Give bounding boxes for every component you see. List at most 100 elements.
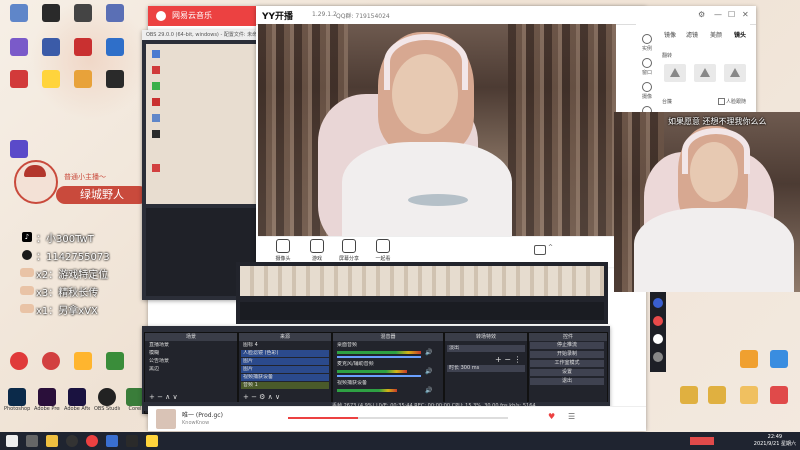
scene-item[interactable]: 直播场景 — [147, 342, 235, 349]
desktop-icon[interactable] — [70, 352, 96, 382]
studio-mode-button[interactable]: 工作室模式 — [530, 360, 604, 367]
desktop-icon[interactable] — [102, 38, 128, 68]
source-item[interactable]: 图片 — [241, 366, 329, 373]
desktop-icon[interactable] — [766, 350, 792, 380]
song-title[interactable]: 唯一 (Prod.gc) — [182, 410, 223, 419]
yy-taskbar-icon[interactable] — [146, 435, 158, 447]
transition-select[interactable]: 淡出 — [447, 345, 525, 352]
progress-track[interactable] — [288, 417, 508, 419]
tool-watch-together[interactable]: 一起看 — [368, 239, 398, 262]
source-item[interactable]: 图标 4 — [241, 342, 329, 349]
after-effects-icon[interactable]: Adobe After Effects — [64, 388, 90, 418]
desktop-icon[interactable] — [38, 70, 64, 100]
desktop-icon[interactable] — [736, 386, 762, 416]
settings-icon[interactable]: ⚙ — [698, 10, 705, 19]
webcam-overlay — [614, 112, 800, 292]
desktop-icon[interactable] — [102, 4, 128, 34]
song-artist[interactable]: KnowKnow — [182, 420, 209, 426]
obs-back-window[interactable]: OBS 29.0.0 (64-bit, windows) - 配置文件: 未命名 — [142, 30, 262, 300]
desktop-icon[interactable] — [102, 352, 128, 382]
input-method-icon[interactable] — [690, 437, 714, 445]
start-recording-button[interactable]: 开始录制 — [530, 351, 604, 358]
yy-camera-preview[interactable] — [258, 24, 616, 236]
taskbar: 22:49 2021/9/21 星期六 — [0, 432, 800, 450]
side-tab-instance[interactable]: 实例 — [640, 34, 654, 52]
like-heart-icon[interactable]: ♥ — [548, 412, 555, 421]
desktop-icon[interactable] — [766, 386, 792, 416]
playlist-icon[interactable]: ☰ — [568, 412, 575, 421]
obs-icon[interactable]: OBS Studio — [94, 388, 120, 418]
close-icon[interactable]: ✕ — [742, 10, 749, 19]
speaker-icon[interactable]: 🔊 — [425, 387, 432, 394]
panel-tab-mirror[interactable]: 镜像 — [664, 30, 676, 39]
desktop-icon[interactable] — [6, 38, 32, 68]
app-icon — [653, 352, 663, 362]
tool-game[interactable]: 游戏 — [302, 239, 332, 262]
volume-slider[interactable] — [337, 356, 421, 358]
file-explorer-icon[interactable] — [46, 435, 58, 447]
speaker-icon[interactable]: 🔊 — [425, 368, 432, 375]
start-icon[interactable] — [6, 435, 18, 447]
premiere-icon[interactable]: Adobe Premiere — [34, 388, 60, 418]
exit-button[interactable]: 退出 — [530, 378, 604, 385]
panel-tab-beauty[interactable]: 美颜 — [710, 30, 722, 39]
panel-tab-filter[interactable]: 滤镜 — [686, 30, 698, 39]
add-transition-button[interactable]: + − ⋮ — [495, 355, 522, 364]
obs-taskbar-icon[interactable] — [66, 435, 78, 447]
transition-duration[interactable]: 时长 300 ms — [447, 365, 525, 372]
desktop-icon[interactable] — [70, 70, 96, 100]
app-taskbar-icon[interactable] — [106, 435, 118, 447]
desktop-icon[interactable] — [6, 352, 32, 382]
face-follow-checkbox[interactable] — [718, 98, 725, 105]
scene-item[interactable]: 模糊 — [147, 350, 235, 357]
tool-camera[interactable]: 摄像头 — [268, 239, 298, 262]
desktop-icon[interactable] — [38, 352, 64, 382]
add-source-button[interactable]: + − ⚙ ∧ ∨ — [243, 393, 280, 401]
nickname-badge: 绿城野人 — [56, 186, 148, 204]
settings-button[interactable]: 设置 — [530, 369, 604, 376]
desktop-icon[interactable] — [70, 38, 96, 68]
floating-toolbar[interactable] — [650, 292, 666, 372]
flip-vertical-button[interactable] — [694, 64, 716, 82]
side-tab-camera[interactable]: 摄像 — [640, 82, 654, 100]
search-icon[interactable] — [26, 435, 38, 447]
shirt-print — [408, 194, 468, 206]
yy-qq-group: QQ群: 719154024 — [336, 13, 390, 20]
desktop-icon[interactable] — [38, 38, 64, 68]
add-scene-button[interactable]: + − ∧ ∨ — [149, 393, 178, 401]
speaker-icon[interactable]: 🔊 — [425, 349, 432, 356]
desktop-icon[interactable] — [704, 386, 730, 416]
stop-streaming-button[interactable]: 停止推流 — [530, 342, 604, 349]
source-item-selected[interactable]: 人脸滤镜 (色彩) — [241, 350, 329, 357]
desktop-icon[interactable] — [6, 4, 32, 34]
flip-left-button[interactable] — [664, 64, 686, 82]
rotate-button[interactable] — [724, 64, 746, 82]
netease-taskbar-icon[interactable] — [86, 435, 98, 447]
scene-item[interactable]: 黑边 — [147, 366, 235, 373]
maximize-icon[interactable]: ☐ — [728, 10, 735, 19]
panel-tab-lens[interactable]: 镜头 — [734, 30, 746, 39]
photoshop-icon[interactable]: Photoshop — [4, 388, 30, 418]
source-item[interactable]: 音频 1 — [241, 382, 329, 389]
scene-item[interactable]: 公告场景 — [147, 358, 235, 365]
mixer-channel-label: 视频捕获设备 — [337, 380, 368, 386]
video-camera-icon[interactable] — [534, 245, 546, 255]
minimize-icon[interactable]: — — [714, 10, 722, 19]
tool-screen-share[interactable]: 屏幕分享 — [334, 239, 364, 262]
volume-slider[interactable] — [337, 375, 421, 377]
obs-preview[interactable] — [236, 262, 608, 324]
app-icon — [10, 352, 28, 370]
desktop-icon[interactable] — [6, 70, 32, 100]
taskbar-clock[interactable]: 22:49 2021/9/21 星期六 — [754, 434, 796, 448]
source-item[interactable]: 图片 — [241, 358, 329, 365]
album-cover[interactable] — [156, 409, 176, 429]
chevron-up-icon[interactable]: ^ — [548, 244, 553, 251]
desktop-icon[interactable] — [38, 4, 64, 34]
desktop-icon[interactable] — [736, 350, 762, 380]
desktop-icon[interactable] — [70, 4, 96, 34]
side-tab-window[interactable]: 窗口 — [640, 58, 654, 76]
source-item[interactable]: 视频捕获设备 — [241, 374, 329, 381]
desktop-icon[interactable] — [102, 70, 128, 100]
desktop-icon[interactable] — [676, 386, 702, 416]
app-taskbar-icon[interactable] — [126, 435, 138, 447]
